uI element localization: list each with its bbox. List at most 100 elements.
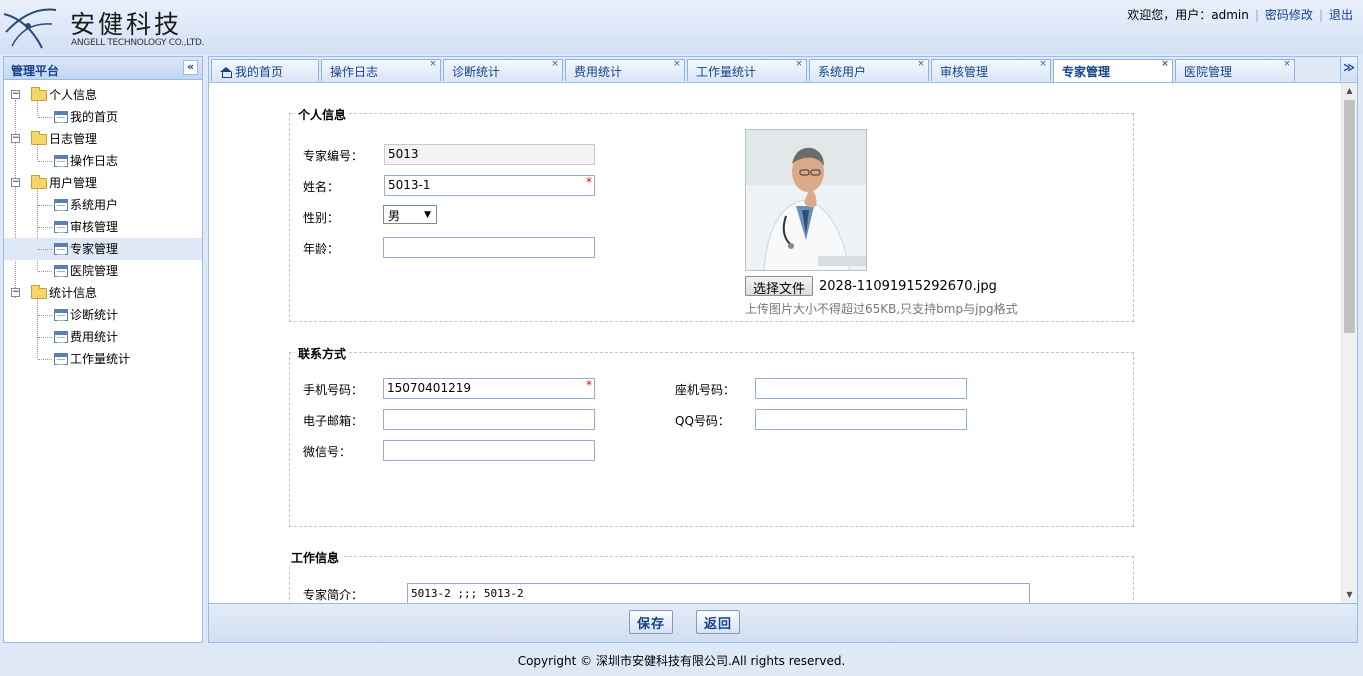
contact-legend: 联系方式 <box>295 345 350 362</box>
tab-review-management[interactable]: 审核管理 × <box>931 59 1051 81</box>
copyright-footer: Copyright © 深圳市安健科技有限公司.All rights reser… <box>517 654 846 668</box>
collapse-toggle-icon[interactable]: − <box>11 134 20 143</box>
tab-label: 诊断统计 <box>452 65 501 79</box>
tab-system-users[interactable]: 系统用户 × <box>809 59 929 81</box>
page-icon <box>54 309 68 321</box>
app-header: 安健科技 ANGELL TECHNOLOGY CO.,LTD. 欢迎您，用户：a… <box>0 0 1363 54</box>
required-mark: * <box>586 378 592 392</box>
tab-label: 我的首页 <box>235 65 284 79</box>
page-icon <box>54 221 68 233</box>
collapse-toggle-icon[interactable]: − <box>11 288 20 297</box>
intro-field[interactable]: 5013-2 ;;; 5013-2 <box>407 583 1030 603</box>
tree-item-my-home[interactable]: 我的首页 <box>4 106 202 128</box>
welcome-text: 欢迎您，用户：admin <box>1127 8 1249 22</box>
tab-label: 费用统计 <box>574 65 623 79</box>
close-icon[interactable]: × <box>1282 59 1292 69</box>
tree-group-users[interactable]: − 用户管理 <box>4 172 202 194</box>
folder-icon <box>31 87 47 101</box>
gender-select[interactable]: 男 ▼ <box>383 205 437 224</box>
tab-label: 医院管理 <box>1184 65 1233 79</box>
name-field[interactable]: 5013-1 <box>384 175 595 196</box>
age-field[interactable] <box>383 237 595 258</box>
tree-group-personal[interactable]: − 个人信息 <box>4 84 202 106</box>
landline-field[interactable] <box>755 378 967 399</box>
collapse-sidebar-button[interactable]: « <box>183 60 198 75</box>
tree-item-workload-stats[interactable]: 工作量统计 <box>4 348 202 370</box>
nav-tree: − 个人信息 我的首页 − 日志管理 操作日志 − 用户管理 系统用户 审核管理… <box>4 80 202 370</box>
expert-id-field: 5013 <box>384 144 595 165</box>
tab-label: 审核管理 <box>940 65 989 79</box>
mobile-label: 手机号码： <box>303 383 364 397</box>
intro-label: 专家简介： <box>303 588 364 602</box>
tree-item-label: 费用统计 <box>70 330 119 344</box>
folder-icon <box>31 175 47 189</box>
tree-item-system-users[interactable]: 系统用户 <box>4 194 202 216</box>
tree-item-hospital-management[interactable]: 医院管理 <box>4 260 202 282</box>
wechat-label: 微信号： <box>303 445 352 459</box>
tree-item-cost-stats[interactable]: 费用统计 <box>4 326 202 348</box>
back-button[interactable]: 返回 <box>696 610 741 634</box>
sidebar-title-text: 管理平台 <box>11 64 60 78</box>
close-icon[interactable]: × <box>428 59 438 69</box>
page-icon <box>54 111 68 123</box>
page-icon <box>54 353 68 365</box>
close-icon[interactable]: × <box>550 59 560 69</box>
close-icon[interactable]: × <box>916 59 926 69</box>
choose-file-button[interactable]: 选择文件 <box>745 276 814 297</box>
content-scrollbar[interactable]: ▲ ▼ <box>1341 83 1357 603</box>
tree-item-label: 审核管理 <box>70 220 119 234</box>
tree-group-label: 日志管理 <box>49 132 98 146</box>
tab-diagnosis-stats[interactable]: 诊断统计 × <box>443 59 563 81</box>
close-icon[interactable]: × <box>1160 59 1170 69</box>
close-icon[interactable]: × <box>1038 59 1048 69</box>
work-info-legend: 工作信息 <box>288 549 343 566</box>
tree-item-label: 医院管理 <box>70 264 119 278</box>
expert-id-label: 专家编号： <box>303 149 364 163</box>
scroll-thumb[interactable] <box>1344 100 1355 333</box>
mobile-field[interactable]: 15070401219 <box>383 378 595 399</box>
gender-selected-value: 男 <box>388 209 401 223</box>
tree-item-operation-log[interactable]: 操作日志 <box>4 150 202 172</box>
logout-link[interactable]: 退出 <box>1329 8 1353 22</box>
selected-file-name: 2028-11091915292670.jpg <box>819 279 997 294</box>
close-icon[interactable]: × <box>672 59 682 69</box>
tree-group-label: 统计信息 <box>49 286 98 300</box>
tree-item-label: 操作日志 <box>70 154 119 168</box>
page-icon <box>54 155 68 167</box>
save-button[interactable]: 保存 <box>629 610 674 634</box>
collapse-toggle-icon[interactable]: − <box>11 178 20 187</box>
tab-hospital-management[interactable]: 医院管理 × <box>1175 59 1295 81</box>
change-password-link[interactable]: 密码修改 <box>1265 8 1313 22</box>
tree-item-label: 工作量统计 <box>70 352 131 366</box>
tree-group-statistics[interactable]: − 统计信息 <box>4 282 202 304</box>
tab-my-home[interactable]: 我的首页 <box>211 59 319 81</box>
tab-expert-management[interactable]: 专家管理 × <box>1053 59 1173 83</box>
email-field[interactable] <box>383 409 595 430</box>
tab-operation-log[interactable]: 操作日志 × <box>321 59 441 81</box>
folder-icon <box>31 131 47 145</box>
close-icon[interactable]: × <box>794 59 804 69</box>
page-icon <box>54 199 68 211</box>
tree-item-label: 我的首页 <box>70 110 119 124</box>
main-content: 个人信息 专家编号： 5013 姓名： 5013-1 * 性别： 男 ▼ 年龄：… <box>208 82 1358 604</box>
tab-overflow-menu-icon[interactable]: ≫ <box>1340 57 1357 81</box>
scroll-down-icon[interactable]: ▼ <box>1342 587 1357 603</box>
tab-cost-stats[interactable]: 费用统计 × <box>565 59 685 81</box>
tree-item-expert-management[interactable]: 专家管理 <box>4 238 202 260</box>
collapse-toggle-icon[interactable]: − <box>11 90 20 99</box>
sidebar: 管理平台 « − 个人信息 我的首页 − 日志管理 操作日志 − 用户管理 系统… <box>3 56 203 643</box>
tree-group-log[interactable]: − 日志管理 <box>4 128 202 150</box>
qq-field[interactable] <box>755 409 967 430</box>
required-mark: * <box>586 175 592 189</box>
tree-item-diagnosis-stats[interactable]: 诊断统计 <box>4 304 202 326</box>
tab-strip: 我的首页 操作日志 × 诊断统计 × 费用统计 × 工作量统计 × 系统用户 ×… <box>208 56 1358 83</box>
upload-hint: 上传图片大小不得超过65KB,只支持bmp与jpg格式 <box>745 302 1018 316</box>
wechat-field[interactable] <box>383 440 595 461</box>
scroll-up-icon[interactable]: ▲ <box>1342 83 1357 99</box>
tree-group-label: 个人信息 <box>49 88 98 102</box>
tab-workload-stats[interactable]: 工作量统计 × <box>687 59 807 81</box>
tree-item-review-management[interactable]: 审核管理 <box>4 216 202 238</box>
dropdown-arrow-icon: ▼ <box>424 210 431 220</box>
tab-label: 专家管理 <box>1062 65 1111 79</box>
tree-group-label: 用户管理 <box>49 176 98 190</box>
